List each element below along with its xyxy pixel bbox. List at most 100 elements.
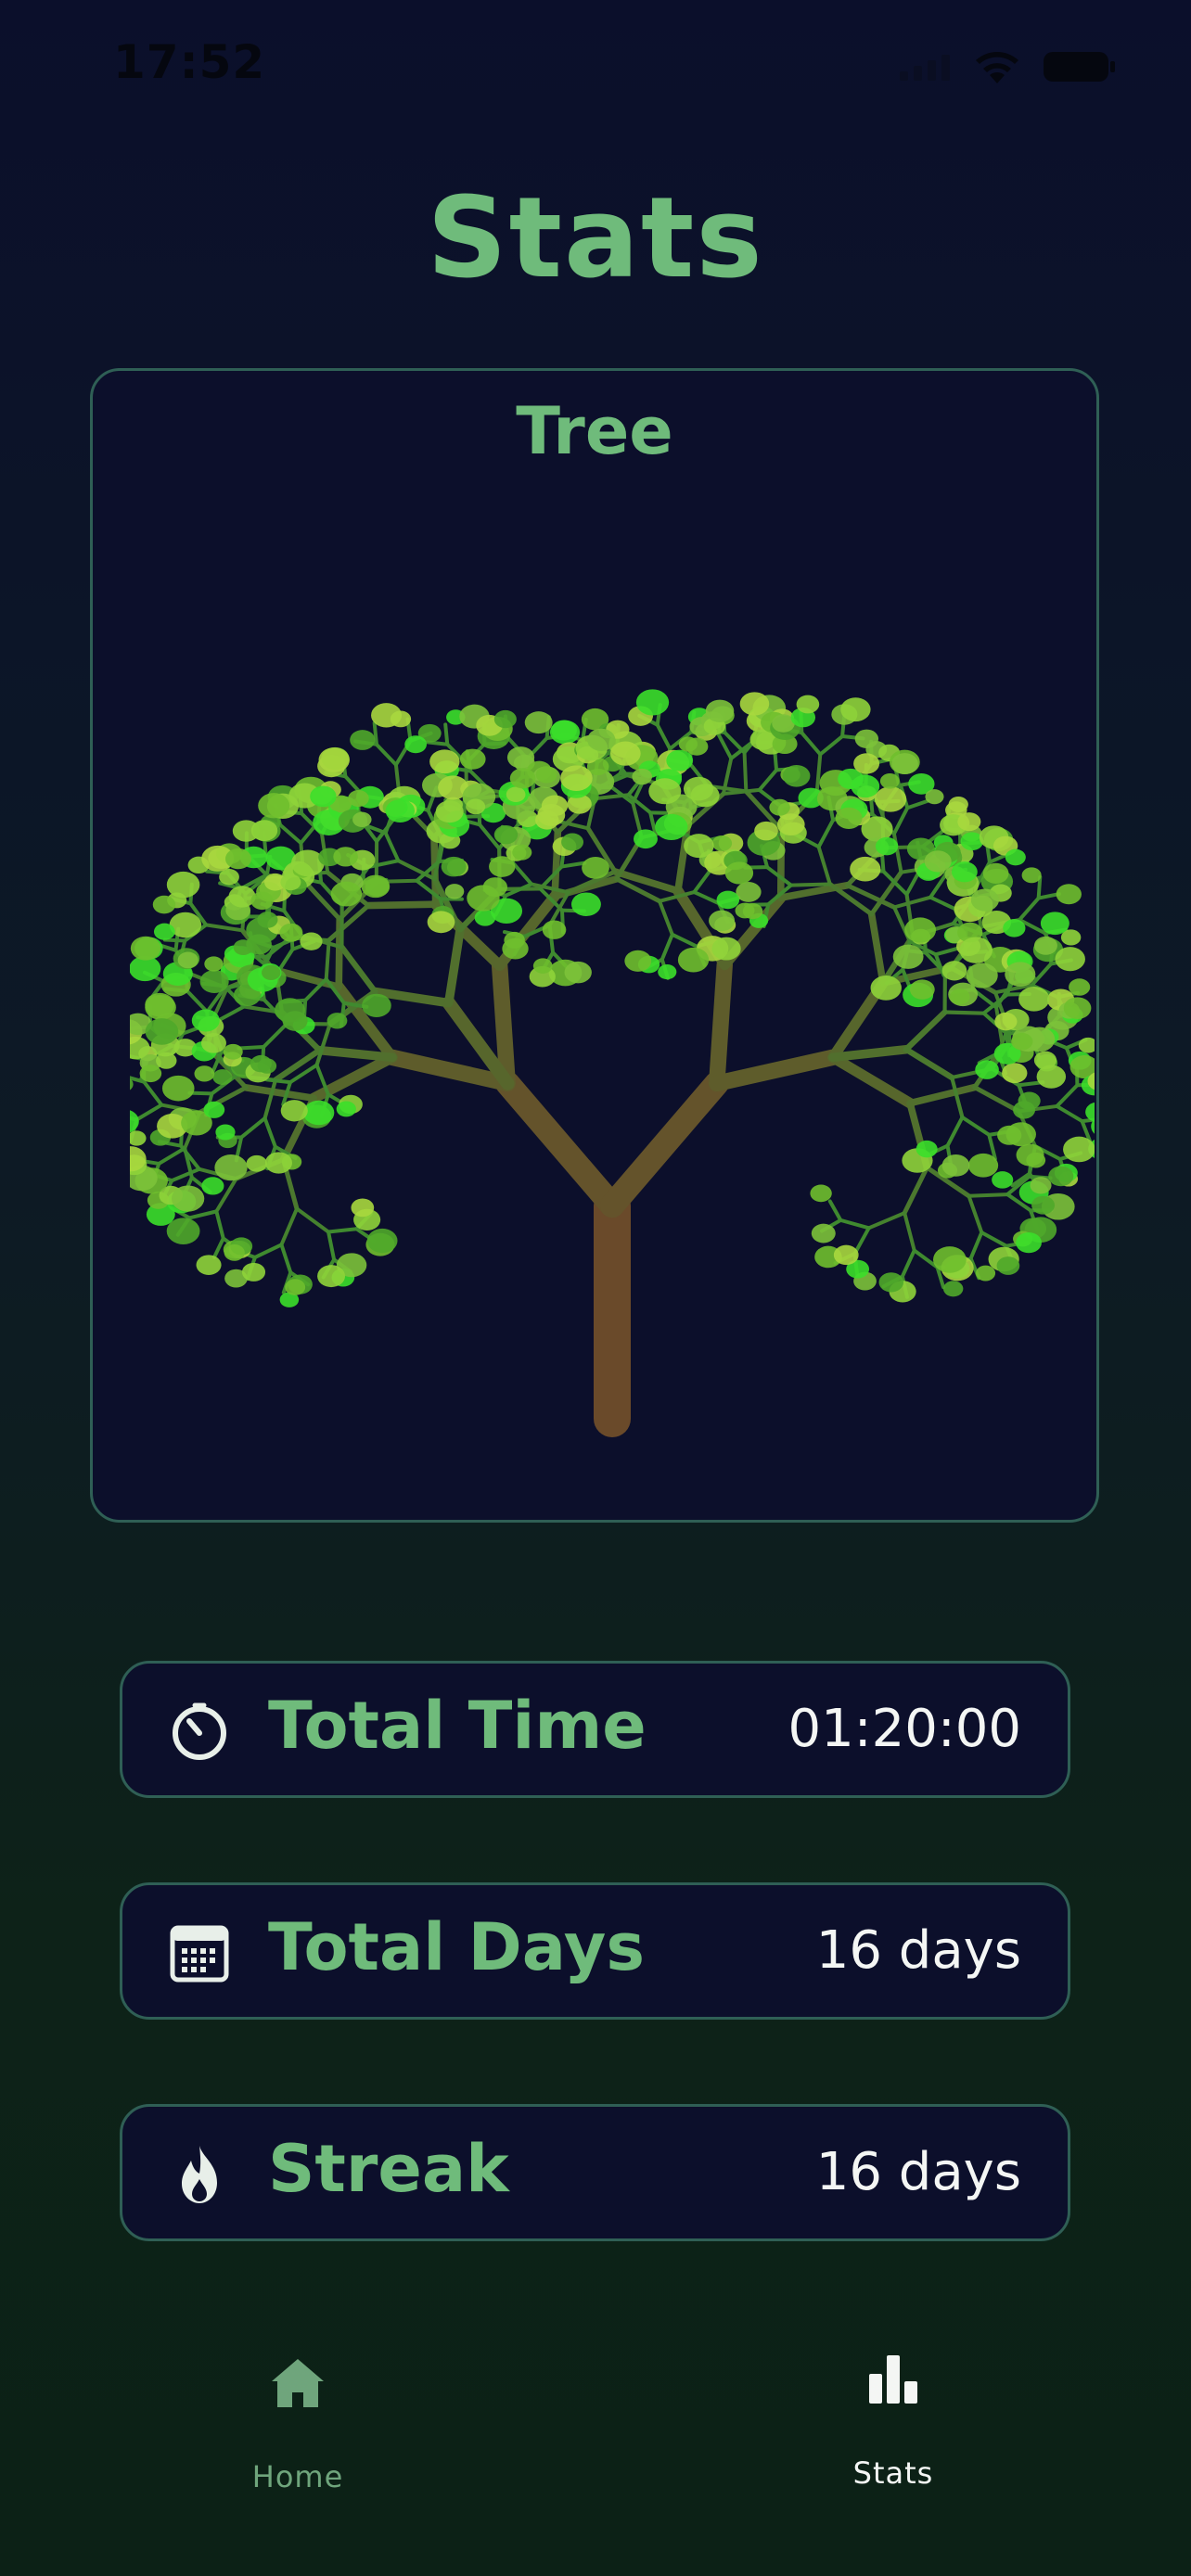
tree-leaf xyxy=(327,1013,348,1029)
tab-home[interactable]: Home xyxy=(159,2355,437,2494)
tree-leaf xyxy=(724,861,754,885)
tree-leaf xyxy=(532,958,553,974)
tree-leaf xyxy=(560,765,593,792)
tree-leaf xyxy=(754,821,778,841)
tree-leaf xyxy=(850,856,881,882)
tree-leaf xyxy=(318,747,350,772)
tree-leaf xyxy=(214,1154,248,1181)
tree-leaf xyxy=(196,1255,222,1275)
tree-leaf xyxy=(950,988,970,1005)
tree-branch xyxy=(559,861,587,869)
tree-leaf xyxy=(1003,919,1026,937)
tree-leaf xyxy=(711,835,733,851)
tree-branch xyxy=(692,890,721,906)
tree-leaf xyxy=(1031,1195,1056,1215)
tree-leaf xyxy=(361,874,391,899)
stat-value: 16 days xyxy=(815,1920,1021,1981)
tree-leaf xyxy=(258,793,290,819)
tree-leaf xyxy=(300,932,323,950)
tree-leaf xyxy=(153,923,175,940)
tree-leaf xyxy=(1063,997,1092,1020)
tree-leaf xyxy=(429,749,460,774)
tree-branch xyxy=(903,1211,916,1253)
tree-leaf xyxy=(932,1246,967,1273)
tree-branch xyxy=(903,1009,948,1052)
tree-leaf xyxy=(330,881,363,907)
tree-branch xyxy=(374,742,398,767)
tree-leaf xyxy=(678,736,698,752)
tree-branch xyxy=(776,826,786,901)
tree-leaf xyxy=(1005,848,1026,866)
tree-branch xyxy=(279,1243,293,1275)
tree-leaf xyxy=(705,699,735,722)
tree-branch xyxy=(264,1078,292,1085)
tree-leaf xyxy=(564,961,592,984)
tree-leaf xyxy=(310,785,337,808)
tree-leaf xyxy=(241,1262,266,1282)
tree-branch xyxy=(960,1115,992,1137)
tree-leaf xyxy=(711,937,741,961)
wifi-icon xyxy=(976,52,1018,83)
tree-leaf xyxy=(1016,1143,1044,1167)
tree-leaf xyxy=(870,976,902,1001)
tree-branch xyxy=(295,1206,331,1234)
tree-leaf xyxy=(250,820,278,841)
battery-icon xyxy=(1044,52,1115,82)
tree-branch xyxy=(185,988,210,1014)
tree-branch xyxy=(928,895,957,912)
stat-label: Total Time xyxy=(268,1688,647,1764)
tree-branch xyxy=(670,932,698,949)
tree-leaf xyxy=(225,848,251,870)
tree-branch xyxy=(383,831,401,863)
tree-branch xyxy=(891,806,910,836)
tree-branch xyxy=(262,1021,289,1050)
tree-leaf xyxy=(191,1009,220,1032)
tree-leaf xyxy=(1018,1091,1041,1110)
tree-leaf xyxy=(385,798,416,823)
tree-leaf xyxy=(833,1244,859,1266)
tree-leaf xyxy=(466,798,486,815)
tree-leaf xyxy=(228,886,256,908)
tree-leaf xyxy=(427,911,455,934)
tree-leaf xyxy=(992,1171,1014,1189)
tree-leaf xyxy=(810,1184,832,1203)
tree-branch xyxy=(891,832,903,874)
tree-leaf xyxy=(474,909,496,926)
tab-stats[interactable]: Stats xyxy=(754,2355,1032,2491)
tree-branch xyxy=(599,1071,729,1218)
tree-leaf xyxy=(891,753,918,775)
tree-branch xyxy=(211,1236,225,1259)
tree-branch xyxy=(942,1010,986,1015)
tree-leaf xyxy=(1063,1136,1095,1163)
stat-card-streak: Streak 16 days xyxy=(120,2104,1070,2241)
tree-leaf xyxy=(996,1256,1020,1275)
tree-leaf xyxy=(967,1153,999,1178)
tree-leaf xyxy=(264,1152,292,1174)
tree-leaf xyxy=(742,903,763,920)
tree-branch xyxy=(905,798,930,810)
tab-label: Home xyxy=(251,2459,344,2494)
tree-branch xyxy=(692,868,712,895)
cellular-signal-icon xyxy=(900,55,950,81)
tree-leaf xyxy=(1069,978,1091,996)
tree-illustration xyxy=(130,689,1095,1437)
tree-branch xyxy=(1055,1083,1080,1108)
tree-branch xyxy=(967,1193,984,1235)
tab-label: Stats xyxy=(852,2455,934,2491)
tree-leaf xyxy=(570,892,601,916)
tree-leaf xyxy=(942,1281,964,1297)
tree-leaf xyxy=(194,1065,215,1082)
tree-branch xyxy=(237,1045,266,1051)
tree-card-title: Tree xyxy=(516,393,673,469)
tree-branch xyxy=(903,1046,955,1081)
tree-leaf xyxy=(736,881,762,902)
tree-branch xyxy=(277,823,303,846)
tree-branch xyxy=(324,937,331,981)
tree-leaf xyxy=(1011,1032,1033,1051)
tree-leaf xyxy=(925,789,944,805)
tree-leaf xyxy=(1030,1177,1052,1194)
tree-leaf xyxy=(970,888,999,912)
tree-leaf xyxy=(924,850,952,873)
bar-chart-icon xyxy=(869,2355,917,2404)
tree-leaf xyxy=(782,764,811,787)
